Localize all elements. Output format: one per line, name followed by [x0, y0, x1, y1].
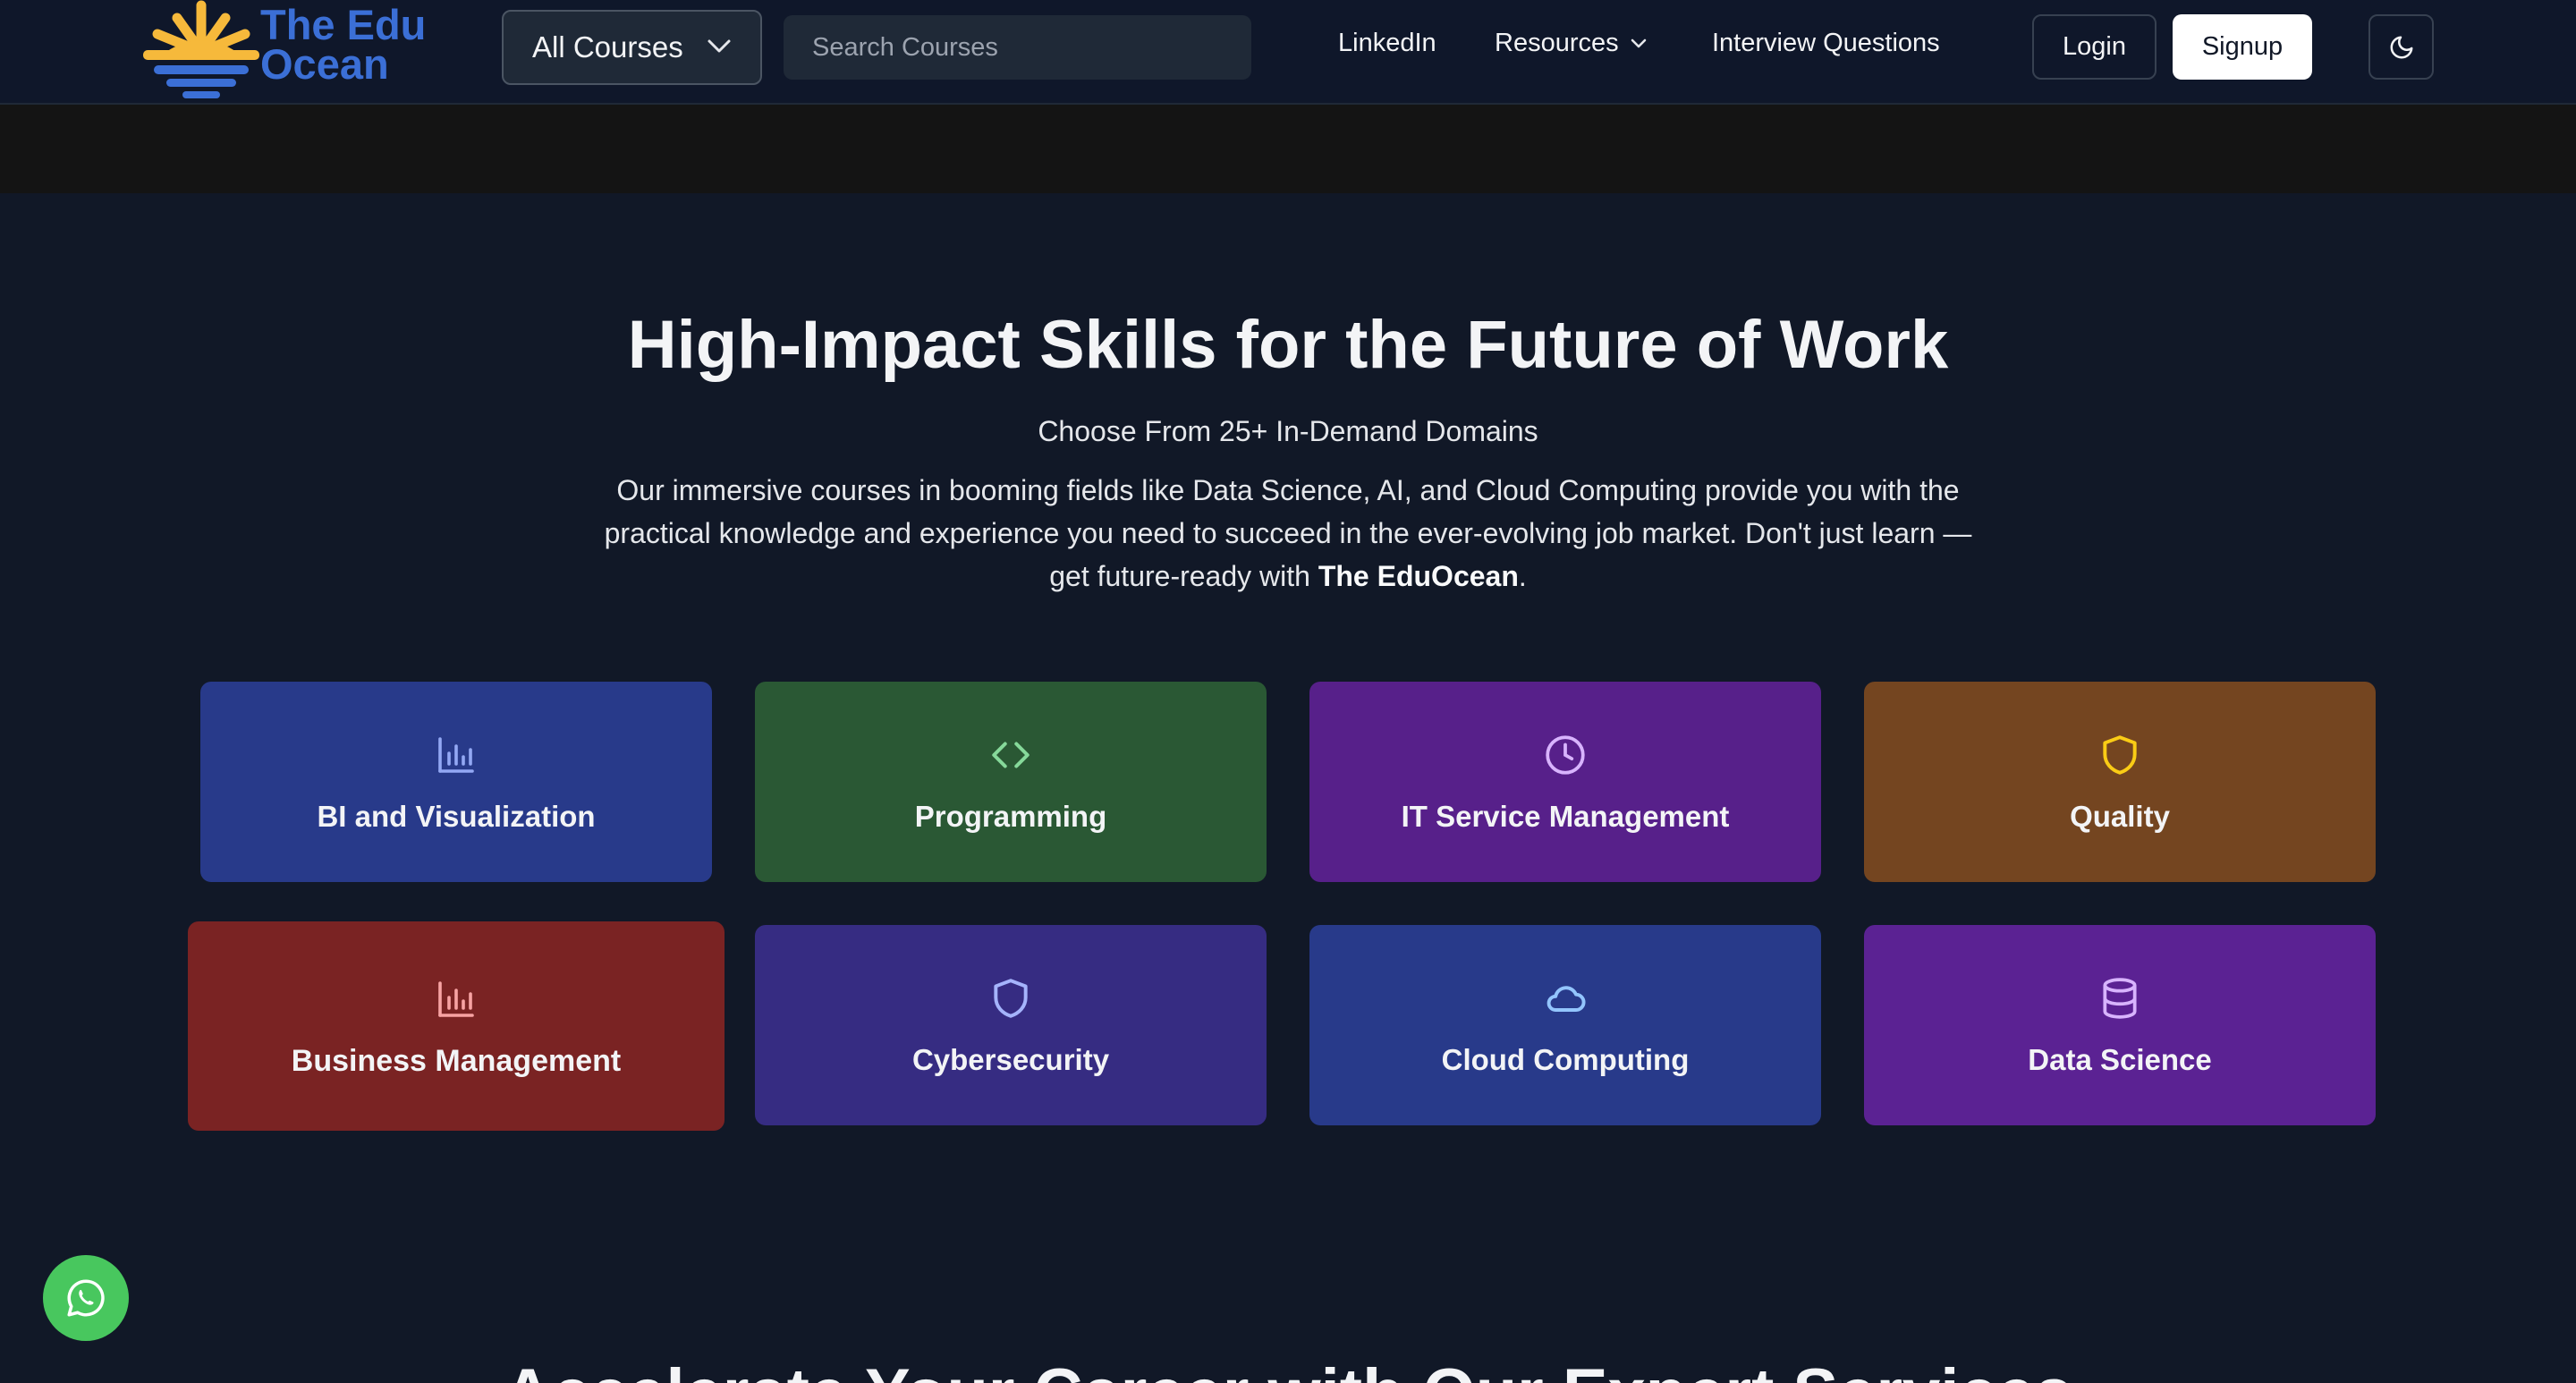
- hero-brand-mention: The EduOcean: [1318, 560, 1519, 592]
- banner-strip: [0, 105, 2576, 193]
- theme-toggle-button[interactable]: [2368, 14, 2434, 80]
- nav-resources-label: Resources: [1495, 29, 1619, 57]
- code-icon: [988, 730, 1033, 780]
- brand-line-2: Ocean: [260, 40, 389, 88]
- brand-logo[interactable]: The Edu Ocean: [141, 0, 436, 102]
- database-icon: [2097, 973, 2142, 1023]
- hero-title: High-Impact Skills for the Future of Wor…: [627, 307, 1949, 383]
- category-card-programming[interactable]: Programming: [755, 682, 1267, 882]
- all-courses-dropdown[interactable]: All Courses: [502, 10, 762, 85]
- login-button[interactable]: Login: [2032, 14, 2157, 80]
- shield-icon: [988, 973, 1033, 1023]
- category-label: Data Science: [2028, 1043, 2212, 1076]
- login-label: Login: [2063, 32, 2126, 61]
- hero-description: Our immersive courses in booming fields …: [590, 469, 1986, 598]
- category-label: Quality: [2070, 800, 2170, 833]
- nav-interview-questions-link[interactable]: Interview Questions: [1712, 29, 1940, 58]
- hero-subtitle: Choose From 25+ In-Demand Domains: [1038, 415, 1538, 447]
- category-label: Programming: [914, 800, 1107, 833]
- search-courses-input[interactable]: [784, 15, 1251, 80]
- category-label: Business Management: [291, 1043, 622, 1078]
- nav-resources-dropdown[interactable]: Resources: [1495, 29, 1648, 58]
- category-card-cybersecurity[interactable]: Cybersecurity: [755, 925, 1267, 1125]
- bar-chart-icon: [435, 974, 478, 1024]
- category-card-data-science[interactable]: Data Science: [1864, 925, 2376, 1125]
- moon-icon: [2390, 36, 2412, 58]
- category-label: BI and Visualization: [317, 800, 596, 833]
- bar-chart-icon: [435, 730, 478, 780]
- category-card-cloud-computing[interactable]: Cloud Computing: [1309, 925, 1821, 1125]
- clock-icon: [1543, 730, 1588, 780]
- category-card-bi-visualization[interactable]: BI and Visualization: [200, 682, 712, 882]
- category-card-quality[interactable]: Quality: [1864, 682, 2376, 882]
- chevron-down-icon: [1631, 38, 1646, 47]
- category-label: Cloud Computing: [1441, 1043, 1690, 1076]
- category-card-it-service-management[interactable]: IT Service Management: [1309, 682, 1821, 882]
- whatsapp-icon: [67, 1279, 105, 1317]
- hero-description-end: .: [1518, 560, 1527, 592]
- nav-linkedin-link[interactable]: LinkedIn: [1338, 29, 1436, 58]
- chevron-down-icon: [708, 39, 731, 53]
- signup-button[interactable]: Signup: [2173, 14, 2312, 80]
- sun-logo-icon: [143, 0, 259, 98]
- category-label: IT Service Management: [1401, 800, 1730, 833]
- signup-label: Signup: [2201, 32, 2284, 61]
- hero-description-text: Our immersive courses in booming fields …: [604, 474, 1972, 592]
- whatsapp-chat-button[interactable]: [43, 1255, 129, 1341]
- category-label: Cybersecurity: [911, 1043, 1110, 1076]
- all-courses-label: All Courses: [532, 30, 683, 64]
- category-card-business-management[interactable]: Business Management: [188, 921, 724, 1131]
- page: The Edu Ocean All Courses LinkedIn Resou…: [0, 0, 2576, 1383]
- services-section-title: Accelerate Your Career with Our Expert S…: [0, 1351, 2576, 1383]
- top-navbar: The Edu Ocean All Courses LinkedIn Resou…: [0, 0, 2576, 105]
- cloud-icon: [1542, 973, 1589, 1023]
- brand-name: The Edu Ocean: [260, 1, 439, 88]
- brand-line-1: The Edu: [260, 1, 427, 48]
- shield-icon: [2097, 730, 2142, 780]
